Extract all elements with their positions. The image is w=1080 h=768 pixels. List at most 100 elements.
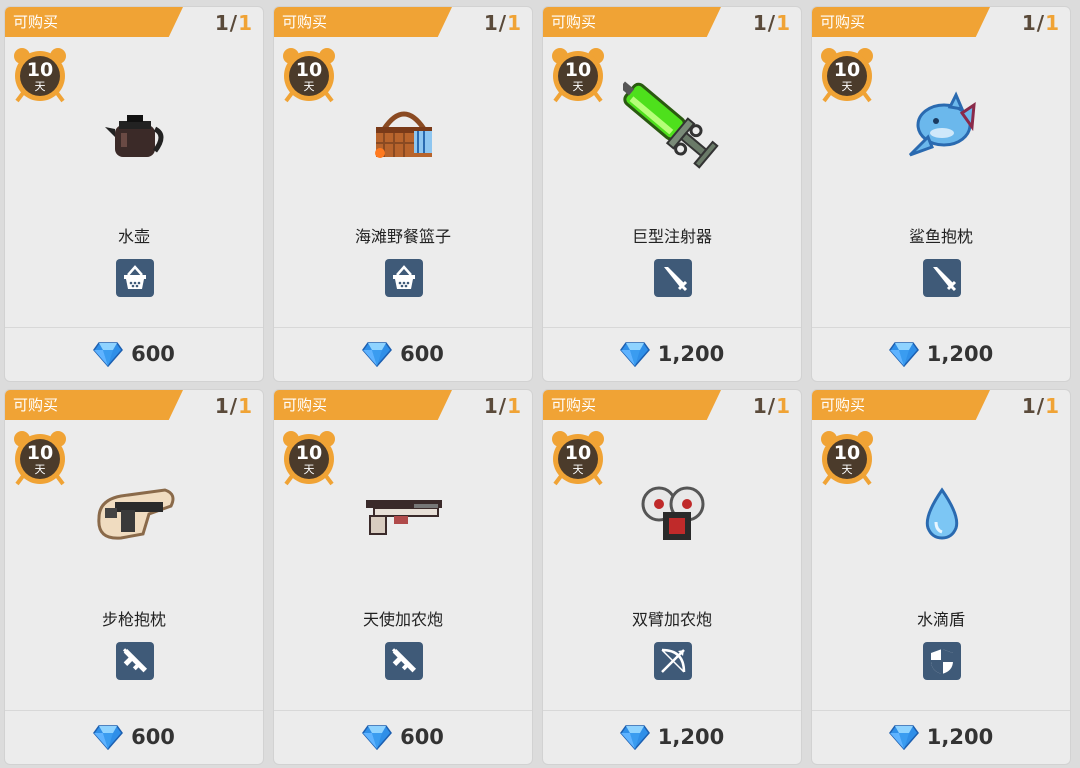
price: 600 xyxy=(274,724,532,750)
divider xyxy=(812,327,1070,328)
purchase-limit: 1/1 xyxy=(214,11,253,35)
days-remaining: 10 xyxy=(564,442,592,464)
purchasable-ribbon: 可购买 xyxy=(812,390,990,420)
price-amount: 1,200 xyxy=(926,342,994,366)
purchasable-ribbon: 可购买 xyxy=(274,390,452,420)
bow-icon xyxy=(654,642,692,680)
purchase-limit: 1/1 xyxy=(1021,11,1060,35)
days-unit: 天 xyxy=(303,463,315,476)
days-unit: 天 xyxy=(34,463,46,476)
water-drop-icon xyxy=(892,460,992,560)
item-name: 鲨鱼抱枕 xyxy=(908,227,973,246)
basket-icon xyxy=(116,259,154,297)
alarm-clock-icon: 10 天 xyxy=(282,430,336,486)
diamond-icon xyxy=(93,342,124,367)
shop-item-card[interactable]: 可购买 1/1 10 天 步枪抱枕 600 xyxy=(4,389,264,765)
purchasable-ribbon: 可购买 xyxy=(543,7,721,37)
price: 600 xyxy=(5,724,263,750)
gun-icon xyxy=(385,642,423,680)
alarm-clock-icon: 10 天 xyxy=(551,430,605,486)
purchasable-ribbon: 可购买 xyxy=(5,390,183,420)
shop-item-card[interactable]: 可购买 1/1 10 天 双臂加农炮 1,200 xyxy=(542,389,802,765)
shop-item-card[interactable]: 可购买 1/1 10 天 海滩野餐篮子 600 xyxy=(273,6,533,382)
diamond-icon xyxy=(619,342,650,367)
alarm-clock-icon: 10 天 xyxy=(820,47,874,103)
diamond-icon xyxy=(93,725,124,750)
item-name: 双臂加农炮 xyxy=(631,610,712,629)
price-amount: 1,200 xyxy=(657,342,725,366)
diamond-icon xyxy=(619,725,650,750)
days-unit: 天 xyxy=(841,463,853,476)
diamond-icon xyxy=(362,342,393,367)
shop-item-card[interactable]: 可购买 1/1 10 天 水壶 600 xyxy=(4,6,264,382)
item-name: 步枪抱枕 xyxy=(101,610,166,629)
syringe-icon xyxy=(619,77,723,177)
price: 1,200 xyxy=(812,724,1070,750)
rifle-pillow-icon xyxy=(85,460,185,560)
sword-icon xyxy=(654,259,692,297)
purchasable-ribbon: 可购买 xyxy=(543,390,721,420)
alarm-clock-icon: 10 天 xyxy=(282,47,336,103)
shop-item-card[interactable]: 可购买 1/1 10 天 水滴盾 1,200 xyxy=(811,389,1071,765)
purchase-limit: 1/1 xyxy=(752,394,791,418)
price: 600 xyxy=(274,341,532,367)
days-remaining: 10 xyxy=(26,59,54,81)
price-amount: 600 xyxy=(131,342,175,366)
gun-icon xyxy=(116,642,154,680)
alarm-clock-icon: 10 天 xyxy=(13,47,67,103)
shield-icon xyxy=(923,642,961,680)
days-unit: 天 xyxy=(841,80,853,93)
purchase-limit: 1/1 xyxy=(483,394,522,418)
purchasable-ribbon: 可购买 xyxy=(812,7,990,37)
days-unit: 天 xyxy=(303,80,315,93)
divider xyxy=(543,327,801,328)
divider xyxy=(812,710,1070,711)
days-remaining: 10 xyxy=(564,59,592,81)
divider xyxy=(5,327,263,328)
diamond-icon xyxy=(888,725,919,750)
purchase-limit: 1/1 xyxy=(752,11,791,35)
alarm-clock-icon: 10 天 xyxy=(13,430,67,486)
price: 1,200 xyxy=(543,724,801,750)
sword-icon xyxy=(923,259,961,297)
price-amount: 600 xyxy=(400,342,444,366)
days-remaining: 10 xyxy=(26,442,54,464)
purchase-limit: 1/1 xyxy=(214,394,253,418)
purchase-limit: 1/1 xyxy=(1021,394,1060,418)
kettle-icon xyxy=(85,77,185,177)
days-unit: 天 xyxy=(572,80,584,93)
shop-item-card[interactable]: 可购买 1/1 10 天 天使加农炮 600 xyxy=(273,389,533,765)
price-amount: 600 xyxy=(400,725,444,749)
divider xyxy=(5,710,263,711)
shop-item-card[interactable]: 可购买 1/1 10 天 巨型注射器 1,200 xyxy=(542,6,802,382)
item-name: 水滴盾 xyxy=(916,610,965,629)
price-amount: 1,200 xyxy=(926,725,994,749)
alarm-clock-icon: 10 天 xyxy=(551,47,605,103)
item-name: 天使加农炮 xyxy=(362,610,443,629)
days-remaining: 10 xyxy=(833,59,861,81)
alarm-clock-icon: 10 天 xyxy=(820,430,874,486)
purchasable-ribbon: 可购买 xyxy=(274,7,452,37)
angel-cannon-icon xyxy=(354,460,454,560)
price: 1,200 xyxy=(812,341,1070,367)
price: 600 xyxy=(5,341,263,367)
days-remaining: 10 xyxy=(295,442,323,464)
shop-grid: 可购买 1/1 10 天 水壶 600 可购买 1/1 10 天 海滩野餐篮子 … xyxy=(4,6,1071,765)
purchase-limit: 1/1 xyxy=(483,11,522,35)
picnic-basket-icon xyxy=(354,77,454,177)
item-name: 海滩野餐篮子 xyxy=(354,227,451,246)
item-name: 巨型注射器 xyxy=(631,227,712,246)
price: 1,200 xyxy=(543,341,801,367)
divider xyxy=(274,710,532,711)
days-unit: 天 xyxy=(34,80,46,93)
days-remaining: 10 xyxy=(295,59,323,81)
diamond-icon xyxy=(888,342,919,367)
purchasable-ribbon: 可购买 xyxy=(5,7,183,37)
shark-icon xyxy=(892,77,992,177)
diamond-icon xyxy=(362,725,393,750)
divider xyxy=(543,710,801,711)
price-amount: 600 xyxy=(131,725,175,749)
days-unit: 天 xyxy=(572,463,584,476)
shop-item-card[interactable]: 可购买 1/1 10 天 鲨鱼抱枕 1,200 xyxy=(811,6,1071,382)
price-amount: 1,200 xyxy=(657,725,725,749)
